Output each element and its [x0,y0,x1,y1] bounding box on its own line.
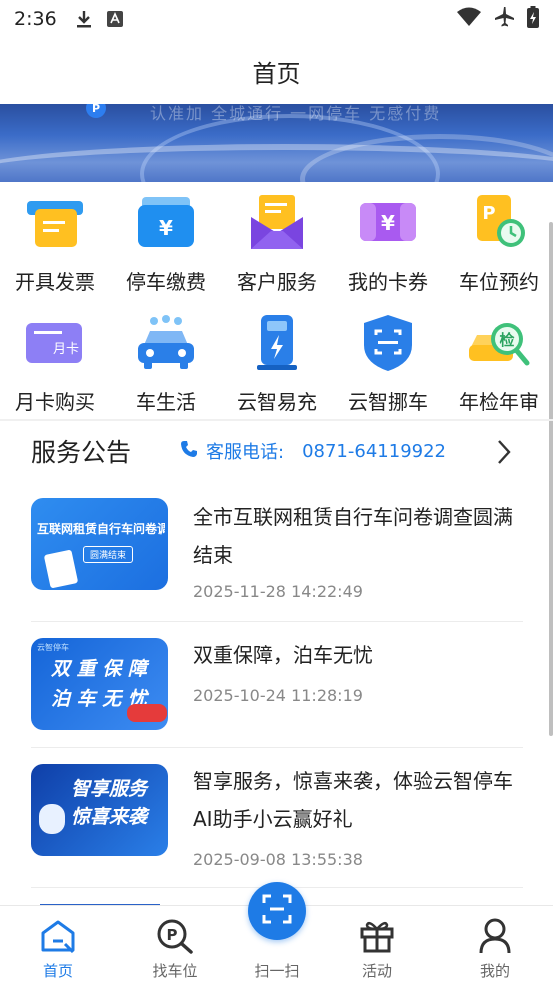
svg-text:¥: ¥ [159,216,173,240]
service-label: 停车缴费 [126,270,206,294]
news-item[interactable]: 云智停车 双 重 保 障 泊 车 无 忧 双重保障，泊车无忧 2025-10-2… [31,622,523,748]
service-monthly-card[interactable]: 月卡 月卡购买 [0,302,110,420]
svg-text:P: P [482,203,495,224]
news-title: 全市互联网租赁自行车问卷调查圆满结束 [193,505,513,567]
banner-text: 认准加 全城通行 一网停车 无感付费 [150,104,442,123]
tab-label: 首页 [42,962,73,980]
thumb-text: 互联网租赁自行车问卷调查 [37,522,165,536]
battery-icon [527,5,539,33]
news-date: 2025-10-24 11:28:19 [193,686,363,705]
service-label: 云智易充 [237,390,317,414]
news-thumbnail: 云智停车 双 重 保 障 泊 车 无 忧 [31,638,168,730]
news-date: 2025-09-08 13:55:38 [193,850,363,869]
find-parking-icon: P [155,916,195,956]
service-grid: 开具发票 ¥ 停车缴费 客户服务 ¥ 我的卡券 P 车位预约 月卡 月卡购买 车… [0,182,553,418]
thumb-badge: 圆满结束 [83,546,134,563]
tab-find-parking[interactable]: P 找车位 [120,906,230,984]
notice-title: 服务公告 [31,438,132,467]
service-coupon[interactable]: ¥ 我的卡券 [333,182,443,300]
notice-header: 服务公告 客服电话: 0871-64119922 [0,421,553,481]
move-car-icon [355,310,421,376]
page-title: 首页 [252,59,301,88]
tab-label: 找车位 [152,962,198,980]
parking-logo-icon: P [86,104,106,118]
news-item[interactable]: 智享服务 惊喜来袭 智享服务，惊喜来袭，体验云智停车AI助手小云赢好礼 2025… [31,748,523,888]
customer-service-icon [244,190,310,256]
scan-button[interactable] [248,882,306,940]
service-inspection[interactable]: 检 年检年审 [444,302,553,420]
tab-label: 扫一扫 [254,962,300,980]
thumb-line1: 智享服务 [71,778,148,800]
service-car-life[interactable]: 车生活 [111,302,221,420]
tab-label: 活动 [361,962,392,980]
user-icon [475,916,515,956]
service-reservation[interactable]: P 车位预约 [444,182,553,300]
car-life-icon [133,310,199,376]
tab-activity[interactable]: 活动 [322,906,432,984]
customer-phone[interactable]: 客服电话: 0871-64119922 [180,438,446,464]
service-label: 开具发票 [15,270,95,294]
service-label: 客户服务 [237,270,317,294]
svg-text:¥: ¥ [381,211,395,235]
service-label: 我的卡券 [348,270,428,294]
thumb-line2: 惊喜来袭 [71,806,148,828]
phone-icon [180,440,198,463]
svg-text:月卡: 月卡 [53,342,79,357]
coupon-icon: ¥ [355,190,421,256]
service-move-car[interactable]: 云智挪车 [333,302,443,420]
airplane-icon [493,6,515,33]
phone-number[interactable]: 0871-64119922 [302,441,446,462]
parking-payment-icon: ¥ [133,190,199,256]
news-thumbnail: 智享服务 惊喜来袭 [31,764,168,856]
service-charging[interactable]: 云智易充 [222,302,332,420]
gift-icon [357,916,397,956]
svg-text:P: P [167,926,178,944]
thumb-line1: 双 重 保 障 [51,658,147,680]
banner[interactable]: P 认准加 全城通行 一网停车 无感付费 [0,104,553,182]
service-parking-payment[interactable]: ¥ 停车缴费 [111,182,221,300]
service-label: 车位预约 [459,270,539,294]
annual-inspection-icon: 检 [466,310,532,376]
scan-icon [262,894,292,928]
svg-text:检: 检 [499,331,514,349]
news-title: 智享服务，惊喜来袭，体验云智停车AI助手小云赢好礼 [193,769,513,831]
charging-icon [244,310,310,376]
service-customer[interactable]: 客户服务 [222,182,332,300]
news-thumbnail: 互联网租赁自行车问卷调查 圆满结束 [31,498,168,590]
service-label: 年检年审 [459,390,539,414]
service-label: 月卡购买 [15,390,95,414]
tab-mine[interactable]: 我的 [440,906,550,984]
service-invoice[interactable]: 开具发票 [0,182,110,300]
page-title-bar: 首页 [0,38,553,104]
tab-label: 我的 [479,962,510,980]
status-time: 2:36 [14,8,57,30]
wifi-icon [457,7,481,32]
home-icon [38,916,78,956]
invoice-icon [22,190,88,256]
service-label: 云智挪车 [348,390,428,414]
service-label: 车生活 [136,390,196,414]
parking-reservation-icon: P [466,190,532,256]
news-date: 2025-11-28 14:22:49 [193,582,363,601]
news-item[interactable]: 互联网租赁自行车问卷调查 圆满结束 全市互联网租赁自行车问卷调查圆满结束 202… [31,482,523,622]
news-title: 双重保障，泊车无忧 [193,643,373,667]
thumb-tag: 云智停车 [37,643,69,652]
status-bar: 2:36 [0,0,553,38]
chevron-right-icon[interactable] [496,439,512,469]
monthly-card-icon: 月卡 [22,310,88,376]
app-notification-icon [106,11,123,27]
phone-label: 客服电话: [206,442,285,463]
tab-home[interactable]: 首页 [3,906,113,984]
download-icon [75,9,93,29]
